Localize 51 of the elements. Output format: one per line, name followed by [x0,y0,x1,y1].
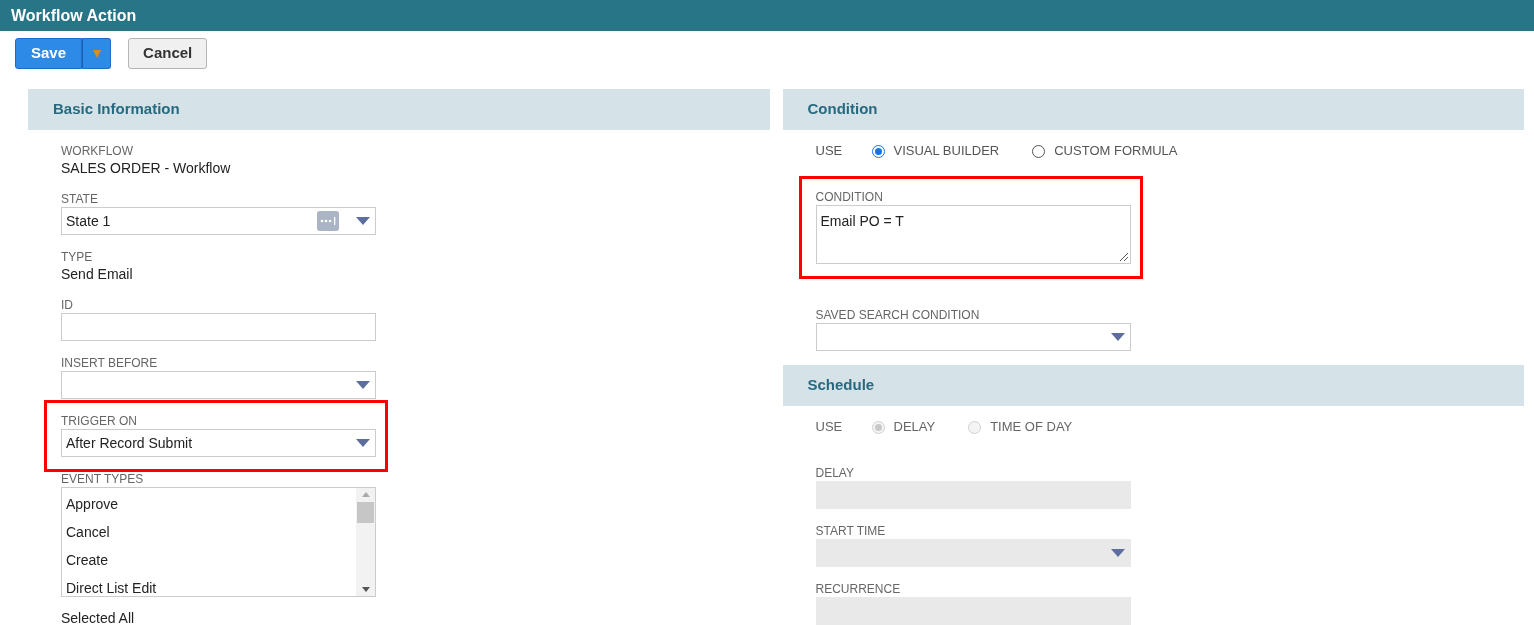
scrollbar-thumb[interactable] [357,502,374,523]
section-header: Basic Information [28,89,770,130]
field-label: TRIGGER ON [61,413,138,429]
section-header: Schedule [782,365,1524,406]
text-input[interactable] [61,313,376,341]
scroll-down-icon[interactable] [361,587,370,592]
more-options-icon[interactable] [317,211,339,231]
condition-textarea[interactable]: Email PO = T [815,205,1131,264]
save-menu-button[interactable] [82,38,112,69]
field-label: STATE [61,191,99,207]
resize-handle-icon[interactable] [1118,252,1128,261]
field-value: SALES ORDER - Workflow [61,159,232,177]
field-label: WORKFLOW [61,143,134,159]
select-field[interactable] [815,323,1131,351]
field-label: USE [815,142,844,161]
select-value: After Record Submit [66,433,194,453]
dropdown-arrow-icon [92,49,101,58]
field-label: START TIME [815,523,887,539]
dropdown-arrow-icon [356,439,370,447]
list-option[interactable]: Create [62,546,356,574]
field-value: Send Email [61,265,134,283]
select-value: State 1 [66,211,112,231]
field-label: CONDITION [815,189,884,205]
dropdown-arrow-icon [1110,549,1125,557]
list-option[interactable]: Cancel [62,518,356,546]
save-button[interactable]: Save [15,38,83,69]
dropdown-arrow-icon [356,381,370,389]
field-label: TYPE [61,249,94,265]
dropdown-arrow-icon [356,217,370,225]
field-label: USE [815,418,844,437]
dropdown-arrow-icon [1110,333,1125,341]
selection-note: Selected All [61,609,136,625]
radio-option[interactable]: VISUAL BUILDER [871,141,1000,161]
field-label: INSERT BEFORE [61,355,159,371]
cancel-button[interactable]: Cancel [128,38,208,69]
scrollbar[interactable] [356,488,375,596]
field-label: EVENT TYPES [61,471,145,487]
select-field[interactable] [61,371,376,399]
field-label: SAVED SEARCH CONDITION [815,307,981,323]
radio-option[interactable]: CUSTOM FORMULA [1032,141,1178,161]
list-option[interactable]: Approve [62,490,356,518]
field-label: ID [61,297,74,313]
scroll-up-icon[interactable] [361,492,370,497]
event-types-list[interactable]: Approve Cancel Create Direct List Edit [61,487,376,597]
select-field[interactable]: After Record Submit [61,429,376,457]
field-label: RECURRENCE [815,581,902,597]
select-field[interactable]: State 1 [61,207,376,235]
field-label: DELAY [815,465,855,481]
section-header: Condition [782,89,1524,130]
window-title: Workflow Action [0,0,1534,31]
textarea-value: Email PO = T [820,213,904,229]
